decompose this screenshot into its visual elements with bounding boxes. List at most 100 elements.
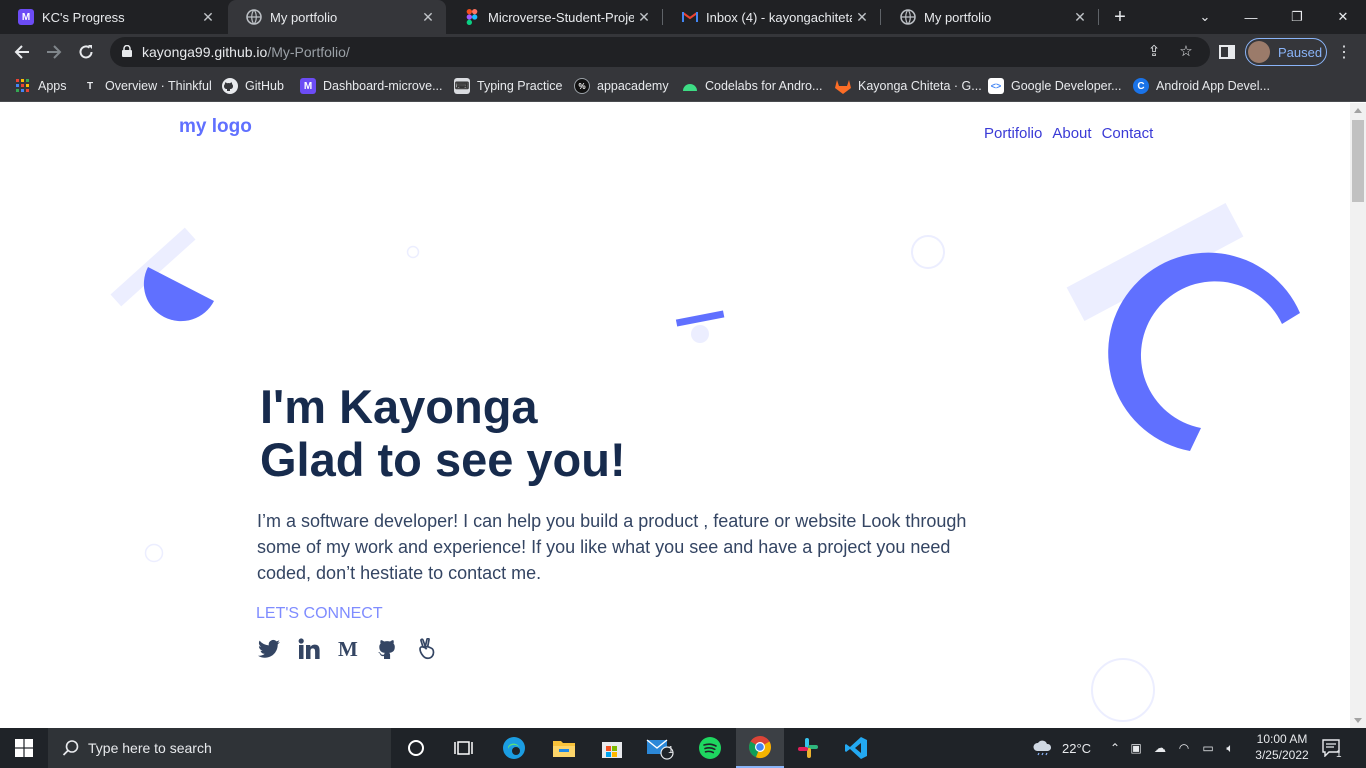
url-path: /My-Portfolio/ bbox=[267, 44, 350, 60]
tab-separator bbox=[880, 9, 881, 25]
bookmark-label: Google Developer... bbox=[1011, 79, 1122, 93]
back-arrow-icon[interactable] bbox=[8, 38, 36, 66]
angellist-icon[interactable] bbox=[418, 636, 458, 662]
restore-button[interactable]: ❐ bbox=[1274, 0, 1320, 34]
slack-icon[interactable] bbox=[784, 728, 832, 768]
tab-kcs-progress[interactable]: M KC's Progress ✕ bbox=[0, 0, 226, 34]
tab-my-portfolio-active[interactable]: My portfolio ✕ bbox=[228, 0, 446, 34]
android-icon bbox=[682, 78, 698, 94]
nav-link-about[interactable]: About bbox=[1052, 125, 1091, 142]
thinkful-icon: T bbox=[86, 80, 94, 92]
scroll-down-arrow-icon[interactable] bbox=[1354, 718, 1362, 723]
bookmark-google-developers[interactable]: <> Google Developer... bbox=[988, 76, 1122, 96]
windows-start-button[interactable] bbox=[0, 728, 48, 768]
close-window-button[interactable]: ✕ bbox=[1320, 0, 1366, 34]
bookmark-codelabs-android[interactable]: Codelabs for Andro... bbox=[682, 76, 822, 96]
vscode-icon[interactable] bbox=[832, 728, 880, 768]
spotify-icon[interactable] bbox=[686, 728, 734, 768]
search-icon bbox=[62, 740, 79, 756]
bookmark-github[interactable]: GitHub bbox=[222, 76, 284, 96]
close-icon[interactable]: ✕ bbox=[198, 9, 218, 26]
bookmark-label: Kayonga Chiteta · G... bbox=[858, 79, 982, 93]
site-logo[interactable]: my logo bbox=[179, 116, 252, 138]
weather-widget[interactable]: 22°C bbox=[1032, 728, 1091, 768]
linkedin-icon[interactable] bbox=[298, 636, 338, 662]
nav-link-contact[interactable]: Contact bbox=[1102, 125, 1154, 142]
browser-toolbar: kayonga99.github.io/My-Portfolio/ ⇪ ☆ Pa… bbox=[0, 34, 1366, 70]
bookmark-apps[interactable]: Apps bbox=[15, 76, 67, 96]
new-tab-button[interactable]: + bbox=[1108, 4, 1132, 30]
close-icon[interactable]: ✕ bbox=[634, 9, 654, 26]
close-icon[interactable]: ✕ bbox=[852, 9, 872, 26]
url-host: kayonga99.github.io bbox=[142, 44, 268, 60]
url-text[interactable]: kayonga99.github.io/My-Portfolio/ bbox=[142, 44, 350, 60]
bookmark-android-app-dev[interactable]: C Android App Devel... bbox=[1133, 76, 1270, 96]
kebab-menu-icon[interactable]: ⋮ bbox=[1336, 42, 1352, 62]
close-icon[interactable]: ✕ bbox=[1070, 9, 1090, 26]
volume-icon[interactable]: 🔈︎ bbox=[1220, 741, 1240, 756]
temperature: 22°C bbox=[1062, 740, 1092, 756]
taskbar-search-box[interactable]: Type here to search bbox=[48, 728, 391, 768]
tab-my-portfolio[interactable]: My portfolio ✕ bbox=[882, 0, 1098, 34]
battery-icon[interactable]: ▭ bbox=[1196, 741, 1220, 755]
system-clock[interactable]: 10:00 AM 3/25/2022 bbox=[1252, 731, 1312, 763]
clock-time: 10:00 AM bbox=[1256, 732, 1308, 746]
keyboard-icon: ⌨ bbox=[454, 78, 470, 94]
cortana-icon[interactable] bbox=[392, 728, 440, 768]
forward-arrow-icon[interactable] bbox=[40, 38, 68, 66]
minimize-button[interactable]: — bbox=[1228, 0, 1274, 34]
file-explorer-icon[interactable] bbox=[540, 728, 588, 768]
profile-paused-button[interactable]: Paused bbox=[1245, 38, 1327, 66]
onedrive-cloud-icon[interactable]: ☁ bbox=[1148, 741, 1172, 755]
tab-gmail-inbox[interactable]: Inbox (4) - kayongachiteta01 ✕ bbox=[664, 0, 880, 34]
svg-text:M: M bbox=[338, 640, 358, 658]
decor-circle-outline bbox=[911, 235, 945, 269]
twitter-icon[interactable] bbox=[258, 636, 298, 662]
mail-badge-count: 1 bbox=[668, 745, 674, 756]
tab-separator bbox=[662, 9, 663, 25]
bookmark-label: Typing Practice bbox=[477, 79, 563, 93]
bookmark-gitlab[interactable]: Kayonga Chiteta · G... bbox=[835, 76, 982, 96]
meet-now-icon[interactable]: ▣ bbox=[1124, 741, 1148, 755]
bookmark-label: appacademy bbox=[597, 79, 669, 93]
tab-microverse-figma[interactable]: Microverse-Student-Project-1 ✕ bbox=[446, 0, 662, 34]
windows-logo-icon bbox=[15, 739, 33, 757]
medium-icon[interactable]: M bbox=[338, 636, 378, 662]
mail-icon[interactable]: 1 bbox=[636, 728, 684, 768]
microverse-icon: M bbox=[18, 9, 34, 25]
tab-title: My portfolio bbox=[270, 9, 338, 25]
edge-icon[interactable] bbox=[490, 728, 538, 768]
clock-date: 3/25/2022 bbox=[1255, 748, 1309, 762]
hero-intro-text: I’m a software developer! I can help you… bbox=[257, 511, 967, 583]
share-icon[interactable]: ⇪ bbox=[1144, 42, 1164, 62]
address-bar[interactable]: kayonga99.github.io/My-Portfolio/ ⇪ ☆ bbox=[110, 37, 1210, 67]
reload-icon[interactable] bbox=[72, 38, 100, 66]
close-icon[interactable]: ✕ bbox=[418, 9, 438, 26]
lock-icon bbox=[122, 45, 132, 57]
globe-icon bbox=[900, 9, 916, 25]
action-center-icon[interactable]: 1 bbox=[1322, 728, 1342, 768]
side-panel-icon[interactable] bbox=[1213, 38, 1241, 66]
microsoft-store-icon[interactable] bbox=[588, 728, 636, 768]
bookmark-typing-practice[interactable]: ⌨ Typing Practice bbox=[454, 76, 562, 96]
wifi-icon[interactable]: ◠ bbox=[1172, 741, 1196, 755]
bookmark-dashboard-microverse[interactable]: M Dashboard-microve... bbox=[300, 76, 443, 96]
bookmark-label: Android App Devel... bbox=[1156, 79, 1270, 93]
google-developers-icon: <> bbox=[988, 78, 1004, 94]
page-scrollbar[interactable] bbox=[1350, 103, 1366, 728]
cloud-rain-icon bbox=[1033, 740, 1052, 756]
scrollbar-thumb[interactable] bbox=[1352, 120, 1364, 202]
windows-taskbar: Type here to search 1 22°C ⌃ ▣ ☁ ◠ ▭ 🔈︎ bbox=[0, 728, 1366, 768]
bookmark-star-icon[interactable]: ☆ bbox=[1176, 42, 1196, 62]
bookmark-appacademy[interactable]: % appacademy bbox=[574, 76, 669, 96]
github-icon[interactable] bbox=[378, 636, 418, 662]
show-hidden-icons-chevron-icon[interactable]: ⌃ bbox=[1110, 741, 1124, 755]
task-view-icon[interactable] bbox=[440, 728, 488, 768]
bookmark-thinkful[interactable]: T Overview · Thinkful bbox=[82, 76, 212, 96]
social-links: M bbox=[258, 636, 458, 662]
decor-small-circle bbox=[406, 245, 420, 259]
nav-link-portfolio[interactable]: Portifolio bbox=[984, 125, 1042, 142]
tab-search-chevron-icon[interactable]: ⌄ bbox=[1182, 0, 1228, 34]
scroll-up-arrow-icon[interactable] bbox=[1354, 108, 1362, 113]
chrome-taskbar-icon[interactable] bbox=[736, 728, 784, 768]
